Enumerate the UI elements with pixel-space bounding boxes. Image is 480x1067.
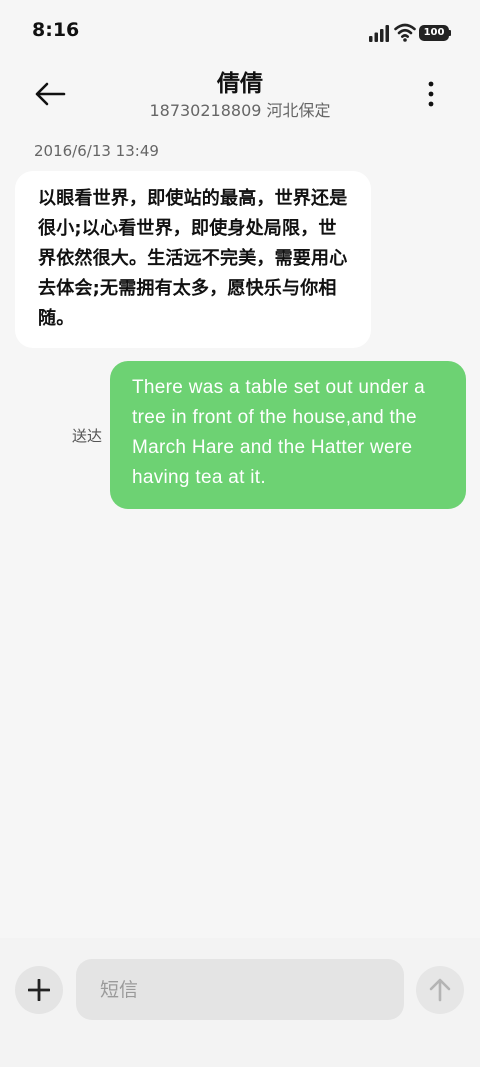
delivery-status: 送达: [72, 427, 103, 445]
back-arrow-icon: [35, 82, 66, 106]
battery-level: 100: [423, 27, 445, 38]
message-input[interactable]: [76, 959, 404, 1020]
outgoing-message-bubble[interactable]: There was a table set out under a tree i…: [110, 361, 466, 509]
battery-tip: [449, 30, 451, 36]
send-arrow-icon: [429, 978, 451, 1002]
add-attachment-button[interactable]: [15, 966, 63, 1014]
plus-icon: [28, 979, 50, 1001]
back-button[interactable]: [28, 76, 72, 112]
contact-name: 倩倩: [217, 71, 263, 97]
message-composer: [0, 938, 480, 1067]
outgoing-message-text: There was a table set out under a tree i…: [132, 377, 425, 488]
contact-phone-location: 18730218809 河北保定: [149, 101, 331, 120]
send-button[interactable]: [416, 966, 464, 1014]
conversation-header: 倩倩 18730218809 河北保定: [0, 62, 480, 126]
message-timestamp: 2016/6/13 13:49: [34, 142, 159, 160]
signal-icon: [369, 25, 389, 42]
more-options-button[interactable]: [414, 76, 448, 112]
status-time: 8:16: [32, 19, 80, 41]
wifi-icon: [394, 23, 416, 42]
battery-icon: 100: [419, 25, 449, 41]
more-vertical-icon: [428, 81, 434, 107]
incoming-message-text: 以眼看世界，即使站的最高，世界还是很小;以心看世界，即使身处局限，世界依然很大。…: [38, 188, 348, 329]
incoming-message-bubble[interactable]: 以眼看世界，即使站的最高，世界还是很小;以心看世界，即使身处局限，世界依然很大。…: [15, 171, 371, 348]
messaging-screen: 8:16 100 倩倩 18730218809 河北保定 2016/6/13 1…: [0, 0, 480, 1067]
status-bar: 8:16 100: [0, 0, 480, 62]
